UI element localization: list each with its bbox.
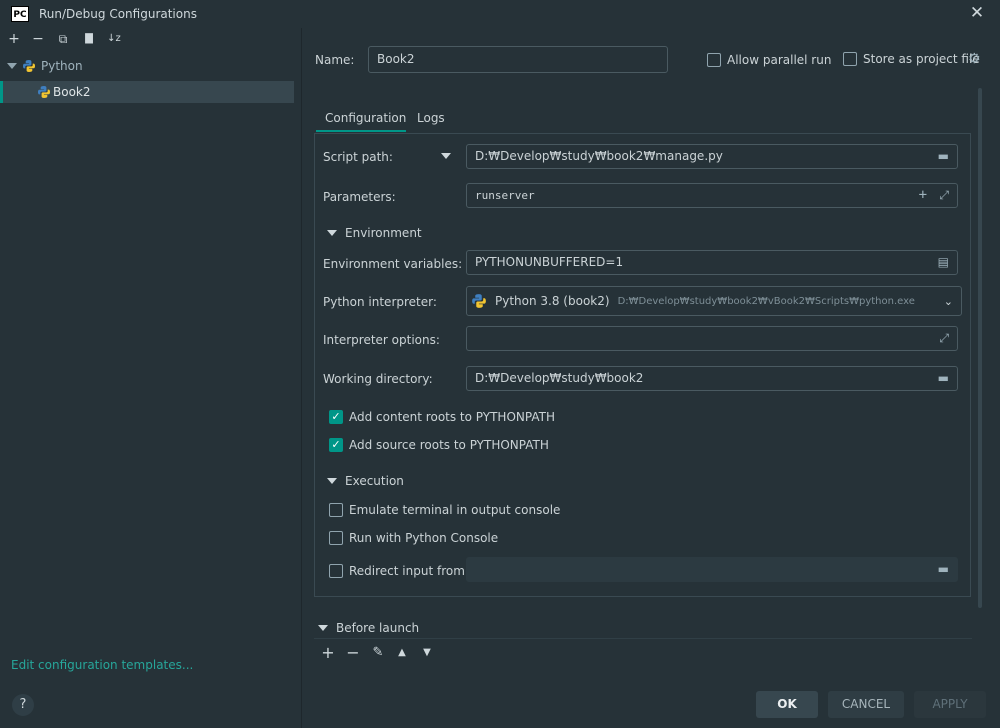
allow-parallel-run-option[interactable]: Allow parallel run bbox=[707, 53, 831, 67]
chevron-down-icon[interactable]: ⌄ bbox=[944, 294, 953, 309]
redirect-input-option[interactable]: Redirect input from: bbox=[329, 564, 469, 578]
copy-configuration-button[interactable]: ⧉ bbox=[54, 30, 72, 48]
chevron-down-icon bbox=[327, 230, 337, 236]
environment-variables-value: PYTHONUNBUFFERED=1 bbox=[475, 255, 624, 269]
close-icon[interactable]: ✕ bbox=[966, 2, 988, 24]
chevron-down-icon bbox=[7, 63, 17, 69]
add-icon[interactable]: + bbox=[319, 644, 337, 662]
emulate-terminal-checkbox[interactable] bbox=[329, 503, 343, 517]
python-icon bbox=[472, 294, 486, 308]
gear-icon[interactable]: ⚙ bbox=[968, 51, 981, 67]
pycharm-logo-icon: PC bbox=[11, 6, 29, 22]
add-configuration-button[interactable]: + bbox=[5, 30, 23, 48]
tree-group-label: Python bbox=[41, 59, 83, 73]
expand-icon[interactable]: ⤢ bbox=[939, 188, 949, 203]
run-with-python-console-checkbox[interactable] bbox=[329, 531, 343, 545]
folder-icon[interactable]: ▬ bbox=[938, 371, 949, 386]
move-up-icon[interactable]: ▲ bbox=[393, 644, 411, 662]
remove-configuration-button[interactable]: − bbox=[29, 30, 47, 48]
execution-section[interactable]: Execution bbox=[327, 474, 404, 488]
configurations-tree-pane bbox=[0, 28, 302, 728]
redirect-input-label: Redirect input from: bbox=[349, 564, 469, 578]
environment-variables-field[interactable]: PYTHONUNBUFFERED=1 ▤ bbox=[466, 250, 958, 275]
name-label: Name: bbox=[315, 53, 355, 67]
redirect-input-checkbox[interactable] bbox=[329, 564, 343, 578]
name-field[interactable]: Book2 bbox=[368, 46, 668, 73]
environment-section[interactable]: Environment bbox=[327, 226, 422, 240]
interpreter-options-field[interactable]: ⤢ bbox=[466, 326, 958, 351]
working-directory-value: D:₩Develop₩study₩book2 bbox=[475, 371, 644, 385]
working-directory-field[interactable]: D:₩Develop₩study₩book2 ▬ bbox=[466, 366, 958, 391]
emulate-terminal-option[interactable]: Emulate terminal in output console bbox=[329, 503, 560, 517]
run-with-python-console-label: Run with Python Console bbox=[349, 531, 499, 545]
execution-section-label: Execution bbox=[345, 474, 404, 488]
allow-parallel-run-checkbox[interactable] bbox=[707, 53, 721, 67]
environment-section-label: Environment bbox=[345, 226, 422, 240]
active-tab-indicator bbox=[316, 130, 406, 132]
help-button[interactable]: ? bbox=[12, 694, 34, 716]
cancel-button[interactable]: CANCEL bbox=[828, 691, 904, 718]
remove-icon[interactable]: − bbox=[344, 644, 362, 662]
chevron-down-icon bbox=[318, 625, 328, 631]
environment-variables-label: Environment variables: bbox=[323, 257, 463, 271]
apply-button[interactable]: APPLY bbox=[914, 691, 986, 718]
document-icon[interactable]: ▤ bbox=[938, 255, 949, 270]
add-source-roots-option[interactable]: ✓ Add source roots to PYTHONPATH bbox=[329, 438, 549, 452]
emulate-terminal-label: Emulate terminal in output console bbox=[349, 503, 561, 517]
allow-parallel-run-label: Allow parallel run bbox=[727, 53, 832, 67]
python-icon bbox=[38, 86, 50, 98]
interpreter-path: D:₩Develop₩study₩book2₩vBook2₩Scripts₩py… bbox=[617, 295, 915, 307]
interpreter-options-label: Interpreter options: bbox=[323, 333, 440, 347]
before-launch-label: Before launch bbox=[336, 621, 420, 635]
sort-configurations-button[interactable]: ↓z bbox=[105, 30, 123, 48]
store-as-project-file-checkbox[interactable] bbox=[843, 52, 857, 66]
python-interpreter-select[interactable]: Python 3.8 (book2) D:₩Develop₩study₩book… bbox=[466, 286, 962, 316]
add-content-roots-option[interactable]: ✓ Add content roots to PYTHONPATH bbox=[329, 410, 555, 424]
ok-button[interactable]: OK bbox=[756, 691, 818, 718]
folder-icon[interactable]: ▬ bbox=[938, 149, 949, 164]
folder-icon[interactable]: ▬ bbox=[938, 562, 949, 577]
script-path-value: D:₩Develop₩study₩book2₩manage.py bbox=[475, 149, 723, 163]
run-with-python-console-option[interactable]: Run with Python Console bbox=[329, 531, 498, 545]
move-down-icon[interactable]: ▼ bbox=[418, 644, 436, 662]
add-content-roots-label: Add content roots to PYTHONPATH bbox=[349, 410, 555, 424]
python-icon bbox=[23, 60, 35, 72]
edit-icon[interactable]: ✎ bbox=[369, 644, 387, 662]
parameters-field[interactable]: runserver + ⤢ bbox=[466, 183, 958, 208]
vertical-scrollbar[interactable] bbox=[978, 88, 982, 608]
script-path-field[interactable]: D:₩Develop₩study₩book2₩manage.py ▬ bbox=[466, 144, 958, 169]
store-as-project-file-label: Store as project file bbox=[863, 52, 980, 66]
chevron-down-icon bbox=[327, 478, 337, 484]
script-type-dropdown-icon[interactable] bbox=[441, 153, 451, 159]
before-launch-list bbox=[314, 638, 972, 666]
add-source-roots-checkbox[interactable]: ✓ bbox=[329, 438, 343, 452]
interpreter-name: Python 3.8 (book2) bbox=[495, 293, 610, 308]
redirect-input-field[interactable]: ▬ bbox=[466, 557, 958, 582]
tab-logs[interactable]: Logs bbox=[417, 111, 445, 133]
tree-item-label: Book2 bbox=[53, 85, 91, 99]
store-as-project-file-option[interactable]: Store as project file bbox=[843, 52, 980, 66]
before-launch-section[interactable]: Before launch bbox=[318, 621, 419, 635]
window-title: Run/Debug Configurations bbox=[39, 7, 197, 21]
python-interpreter-label: Python interpreter: bbox=[323, 295, 437, 309]
expand-icon[interactable]: ⤢ bbox=[939, 331, 949, 346]
move-to-folder-button[interactable]: ▇ bbox=[80, 30, 98, 48]
add-icon[interactable]: + bbox=[919, 188, 927, 203]
parameters-value: runserver bbox=[475, 189, 535, 202]
working-directory-label: Working directory: bbox=[323, 372, 433, 386]
script-path-label: Script path: bbox=[323, 150, 393, 164]
tree-item-book2[interactable]: Book2 bbox=[0, 81, 294, 103]
add-source-roots-label: Add source roots to PYTHONPATH bbox=[349, 438, 549, 452]
tree-group-python[interactable]: Python bbox=[7, 56, 83, 76]
parameters-label: Parameters: bbox=[323, 190, 396, 204]
edit-configuration-templates-link[interactable]: Edit configuration templates... bbox=[11, 658, 193, 672]
add-content-roots-checkbox[interactable]: ✓ bbox=[329, 410, 343, 424]
